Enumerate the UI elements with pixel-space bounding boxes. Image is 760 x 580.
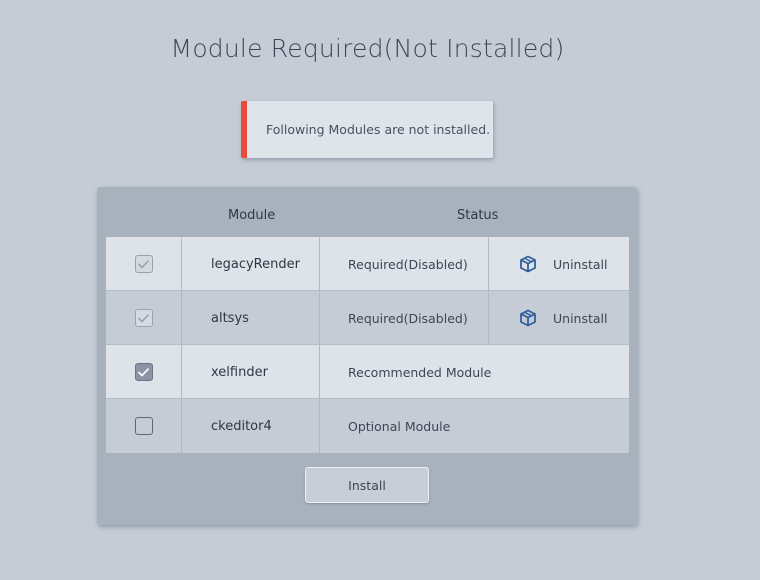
package-icon <box>519 255 537 273</box>
header-status: Status <box>457 208 499 223</box>
module-checkbox-altsys[interactable] <box>134 309 153 327</box>
table-row: xelfinder Recommended Module <box>106 345 629 399</box>
module-status: Required(Disabled) <box>348 310 468 326</box>
module-name: altsys <box>182 291 320 345</box>
table-row: legacyRender Required(Disabled) Uninstal… <box>106 237 629 291</box>
checkmark-icon <box>138 367 149 376</box>
checkbox-cell <box>106 399 182 453</box>
checkmark-icon <box>138 259 149 268</box>
module-name: legacyRender <box>182 237 320 291</box>
alert-text: Following Modules are not installed. <box>266 122 491 137</box>
module-checkbox-legacyrender[interactable] <box>134 255 153 273</box>
uninstall-label: Uninstall <box>553 256 608 272</box>
checkbox-cell <box>106 237 182 291</box>
module-panel: Module Status legacyRender Required(Disa… <box>97 187 637 525</box>
module-status: Recommended Module <box>348 364 492 380</box>
package-icon <box>519 309 537 327</box>
table-row: ckeditor4 Optional Module <box>106 399 629 453</box>
uninstall-link-altsys[interactable]: Uninstall <box>488 291 629 345</box>
module-status: Required(Disabled) <box>348 256 468 272</box>
checkmark-icon <box>138 313 149 322</box>
table-row: altsys Required(Disabled) Uninstall <box>106 291 629 345</box>
alert-message: Following Modules are not installed. <box>241 101 493 158</box>
header-module: Module <box>228 208 276 223</box>
uninstall-link-legacyrender[interactable]: Uninstall <box>488 237 629 291</box>
module-checkbox-xelfinder[interactable] <box>134 363 153 381</box>
module-name: xelfinder <box>182 345 320 399</box>
checkbox-cell <box>106 291 182 345</box>
module-name: ckeditor4 <box>182 399 320 453</box>
module-status: Optional Module <box>348 418 451 434</box>
table-header: Module Status <box>97 187 637 237</box>
page-title: Module Required(Not Installed) <box>170 34 565 63</box>
checkbox-cell <box>106 345 182 399</box>
module-table: legacyRender Required(Disabled) Uninstal… <box>106 237 629 453</box>
install-button[interactable]: Install <box>305 467 429 503</box>
module-checkbox-ckeditor4[interactable] <box>134 417 153 435</box>
uninstall-label: Uninstall <box>553 310 608 326</box>
